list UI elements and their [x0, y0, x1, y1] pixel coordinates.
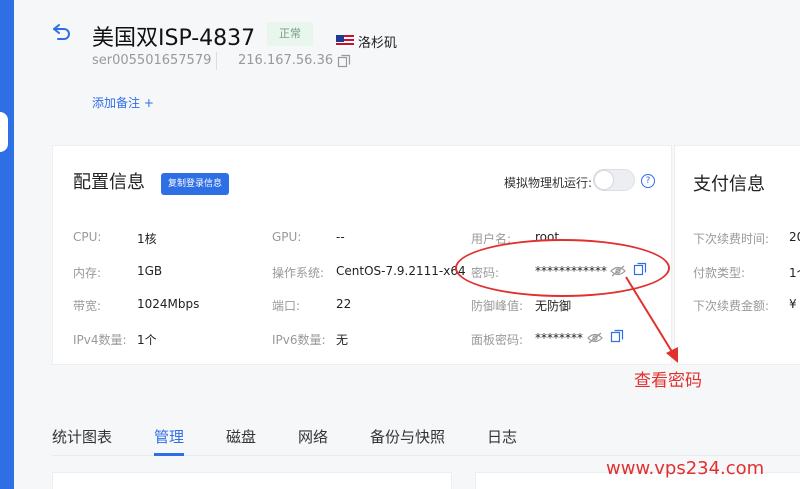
pay-type-label: 付款类型:	[693, 266, 746, 280]
tab-disk[interactable]: 磁盘	[226, 426, 256, 447]
ddos-value: 无防御	[535, 299, 572, 313]
help-icon[interactable]: ?	[641, 174, 655, 188]
ipv4-label: IPv4数量:	[73, 333, 127, 347]
server-header: 美国双ISP-4837 正常 洛杉矶 ser005501657579 216.1…	[50, 18, 800, 128]
tab-manage[interactable]: 管理	[154, 426, 184, 447]
password-label: 密码:	[471, 266, 500, 280]
location: 洛杉矶	[336, 33, 398, 51]
add-note-link[interactable]: 添加备注 +	[92, 94, 154, 111]
copy-password-icon[interactable]	[633, 262, 647, 276]
tab-network[interactable]: 网络	[298, 426, 328, 447]
os-value: CentOS-7.9.2111-x64	[336, 264, 466, 278]
server-id: ser005501657579	[92, 53, 212, 68]
copy-ip-icon[interactable]	[337, 54, 351, 68]
ddos-label: 防御峰值:	[471, 299, 524, 313]
next-amount-label: 下次续费金额:	[693, 299, 770, 313]
port-value: 22	[336, 297, 352, 311]
show-panel-password-icon[interactable]	[587, 332, 603, 344]
location-label: 洛杉矶	[358, 35, 398, 51]
ipv6-label: IPv6数量:	[272, 333, 326, 347]
panel-password-label: 面板密码:	[471, 333, 524, 347]
copy-panel-password-icon[interactable]	[610, 329, 624, 343]
next-renew-label: 下次续费时间:	[693, 232, 770, 246]
payment-card: 支付信息 下次续费时间: 20 付款类型: 1个 下次续费金额: ¥	[674, 145, 800, 365]
tab-logs[interactable]: 日志	[487, 426, 517, 447]
username-label: 用户名:	[471, 232, 512, 246]
server-ip: 216.167.56.36	[238, 53, 351, 68]
cpu-value: 1核	[137, 232, 157, 246]
config-card: 配置信息 复制登录信息 模拟物理机运行: ? CPU: 1核 GPU: -- 用…	[52, 145, 672, 365]
copy-login-button[interactable]: 复制登录信息	[161, 173, 230, 195]
cpu-label: CPU:	[73, 230, 102, 244]
server-title: 美国双ISP-4837	[92, 26, 256, 51]
tab-bar: 统计图表 管理 磁盘 网络 备份与快照 日志	[52, 412, 800, 456]
physical-mode-label: 模拟物理机运行:	[504, 176, 593, 190]
show-password-icon[interactable]	[610, 265, 626, 277]
rail-notch	[0, 112, 8, 152]
bottom-panel-left	[52, 472, 452, 489]
tab-backup[interactable]: 备份与快照	[370, 426, 445, 447]
ipv4-value: 1个	[137, 333, 157, 347]
view-password-annotation: 查看密码	[634, 371, 702, 391]
gpu-label: GPU:	[272, 230, 302, 244]
active-tab-indicator	[154, 453, 184, 456]
config-title: 配置信息	[73, 172, 145, 193]
next-amount-value: ¥	[789, 297, 797, 311]
physical-mode-toggle[interactable]	[593, 169, 635, 191]
gpu-value: --	[336, 230, 345, 244]
ipv6-value: 无	[336, 333, 349, 347]
os-label: 操作系统:	[272, 266, 325, 280]
panel-password-value: ********	[535, 331, 583, 345]
tab-stats[interactable]: 统计图表	[52, 426, 112, 447]
status-badge: 正常	[267, 22, 313, 46]
bandwidth-label: 带宽:	[73, 299, 102, 313]
back-arrow-icon[interactable]	[50, 20, 74, 44]
left-rail	[0, 0, 14, 489]
next-renew-value: 20	[789, 230, 800, 244]
bandwidth-value: 1024Mbps	[137, 297, 200, 311]
memory-value: 1GB	[137, 264, 163, 278]
watermark: www.vps234.com	[606, 458, 765, 479]
memory-label: 内存:	[73, 266, 102, 280]
payment-title: 支付信息	[693, 174, 765, 195]
ip-value: 216.167.56.36	[238, 53, 334, 68]
password-value: ************	[535, 264, 607, 278]
username-value: root	[535, 230, 560, 244]
us-flag-icon	[336, 35, 354, 47]
port-label: 端口:	[272, 299, 301, 313]
divider	[216, 52, 217, 70]
pay-type-value: 1个	[789, 266, 800, 280]
